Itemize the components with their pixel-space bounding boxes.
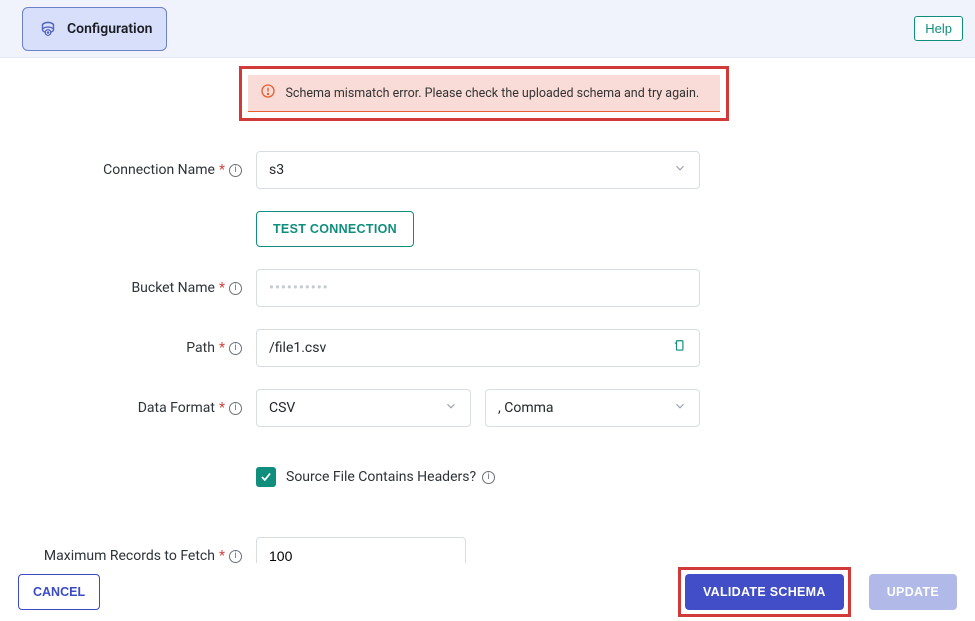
row-test-connection: TEST CONNECTION — [18, 211, 949, 247]
cancel-button[interactable]: CANCEL — [18, 574, 100, 610]
label-connection-text: Connection Name — [103, 162, 215, 178]
headers-checkbox-label: Source File Contains Headers? i — [286, 469, 495, 485]
label-max-records: Maximum Records to Fetch * i — [18, 548, 256, 564]
chevron-down-icon — [444, 399, 458, 417]
chevron-down-icon — [673, 161, 687, 179]
validate-highlight: VALIDATE SCHEMA — [678, 567, 851, 617]
row-connection: Connection Name * i s3 — [18, 151, 949, 189]
help-button[interactable]: Help — [914, 16, 963, 41]
bucket-input[interactable]: •••••••••• — [256, 269, 700, 307]
label-bucket: Bucket Name * i — [18, 280, 256, 296]
delimiter-value: , Comma — [498, 400, 554, 416]
label-bucket-text: Bucket Name — [131, 280, 215, 296]
label-path: Path * i — [18, 340, 256, 356]
configuration-label: Configuration — [67, 21, 152, 37]
configuration-icon — [37, 16, 59, 42]
row-data-format: Data Format* i CSV , Comma — [18, 389, 949, 427]
footer-bar: CANCEL VALIDATE SCHEMA UPDATE — [0, 563, 975, 621]
required-asterisk: * — [219, 280, 225, 296]
connection-value: s3 — [269, 162, 284, 178]
label-max-records-text: Maximum Records to Fetch — [44, 548, 215, 564]
file-browse-icon[interactable] — [673, 337, 687, 359]
chevron-down-icon — [673, 399, 687, 417]
row-bucket: Bucket Name * i •••••••••• — [18, 269, 949, 307]
label-data-format: Data Format* i — [18, 400, 256, 416]
delimiter-select[interactable]: , Comma — [485, 389, 700, 427]
required-asterisk: * — [219, 340, 225, 356]
headers-checkbox[interactable] — [256, 467, 276, 487]
configuration-form: Connection Name * i s3 TEST CONNECTION — [18, 151, 949, 575]
info-icon[interactable]: i — [229, 282, 242, 295]
required-asterisk: * — [219, 400, 225, 416]
error-alert: Schema mismatch error. Please check the … — [248, 75, 720, 112]
path-value: /file1.csv — [269, 340, 326, 356]
configuration-tag[interactable]: Configuration — [22, 7, 167, 51]
label-path-text: Path — [186, 340, 215, 356]
top-bar: Configuration Help — [0, 0, 975, 58]
label-connection: Connection Name * i — [18, 162, 256, 178]
info-icon[interactable]: i — [482, 471, 495, 484]
alert-message: Schema mismatch error. Please check the … — [286, 86, 700, 101]
data-format-value: CSV — [269, 400, 295, 416]
update-button: UPDATE — [869, 574, 957, 610]
row-headers-checkbox: Source File Contains Headers? i — [18, 449, 949, 515]
info-icon[interactable]: i — [229, 342, 242, 355]
connection-select[interactable]: s3 — [256, 151, 700, 189]
row-path: Path * i /file1.csv — [18, 329, 949, 367]
warning-icon — [260, 83, 276, 103]
test-connection-button[interactable]: TEST CONNECTION — [256, 211, 414, 247]
data-format-select[interactable]: CSV — [256, 389, 471, 427]
info-icon[interactable]: i — [229, 164, 242, 177]
headers-checkbox-text: Source File Contains Headers? — [286, 469, 476, 485]
content-area: Schema mismatch error. Please check the … — [0, 58, 975, 563]
alert-highlight: Schema mismatch error. Please check the … — [239, 66, 729, 121]
required-asterisk: * — [219, 548, 225, 564]
path-input[interactable]: /file1.csv — [256, 329, 700, 367]
label-data-format-text: Data Format — [138, 400, 215, 416]
bucket-value: •••••••••• — [269, 280, 329, 296]
footer-right-group: VALIDATE SCHEMA UPDATE — [678, 567, 957, 617]
validate-schema-button[interactable]: VALIDATE SCHEMA — [685, 574, 844, 610]
info-icon[interactable]: i — [229, 550, 242, 563]
info-icon[interactable]: i — [229, 402, 242, 415]
required-asterisk: * — [219, 162, 225, 178]
